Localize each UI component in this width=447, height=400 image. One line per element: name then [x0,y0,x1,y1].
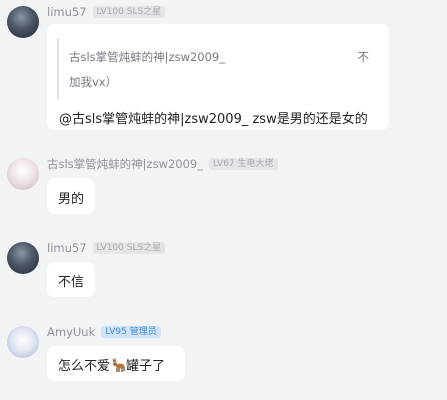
admin-badge: LV95 管理员 [101,326,161,338]
message-text: @古sls掌管炖蚌的神|zsw2009_ zsw是男的还是女的 [59,112,368,127]
quote-line: 加我vx） [69,75,118,89]
level-badge: LV100 SLS之星 [92,6,166,18]
chat-message: limu57 LV100 SLS之星 古sls掌管炖蚌的神|zsw2009_ 不… [0,0,447,140]
chat-message: 古sls掌管炖蚌的神|zsw2009_ LV67 生电大佬 男的 [0,150,447,220]
message-text-part: 罐子了 [126,359,166,374]
quote-line: 古sls掌管炖蚌的神|zsw2009_ [69,50,226,64]
reply-quote[interactable]: 古sls掌管炖蚌的神|zsw2009_ 不 加我vx） [57,38,375,100]
message-bubble[interactable]: 男的 [47,178,95,214]
avatar[interactable] [7,326,39,358]
message-header: 古sls掌管炖蚌的神|zsw2009_ LV67 生电大佬 [47,156,278,172]
message-text-part: 怎么不爱 [58,359,111,374]
deer-icon [112,358,125,372]
message-text: 男的 [58,192,85,207]
sender-name[interactable]: 古sls掌管炖蚌的神|zsw2009_ [47,156,203,172]
avatar[interactable] [7,6,39,38]
message-header: limu57 LV100 SLS之星 [47,240,166,256]
avatar[interactable] [7,158,39,190]
level-badge: LV67 生电大佬 [209,158,278,170]
avatar[interactable] [7,242,39,274]
sender-name[interactable]: limu57 [47,5,87,19]
chat-message: AmyUuk LV95 管理员 怎么不爱 罐子了 [0,320,447,390]
sender-name[interactable]: limu57 [47,241,87,255]
sender-name[interactable]: AmyUuk [47,325,95,339]
message-text: 怎么不爱 罐子了 [58,355,165,374]
message-text: 不信 [58,275,85,290]
message-header: AmyUuk LV95 管理员 [47,324,161,340]
quote-line: 不 [357,50,370,64]
message-bubble[interactable]: 古sls掌管炖蚌的神|zsw2009_ 不 加我vx） @古sls掌管炖蚌的神|… [47,24,389,130]
message-header: limu57 LV100 SLS之星 [47,4,166,20]
message-bubble[interactable]: 怎么不爱 罐子了 [47,346,185,381]
level-badge: LV100 SLS之星 [92,242,166,254]
chat-message: limu57 LV100 SLS之星 不信 [0,236,447,306]
message-bubble[interactable]: 不信 [47,262,95,297]
